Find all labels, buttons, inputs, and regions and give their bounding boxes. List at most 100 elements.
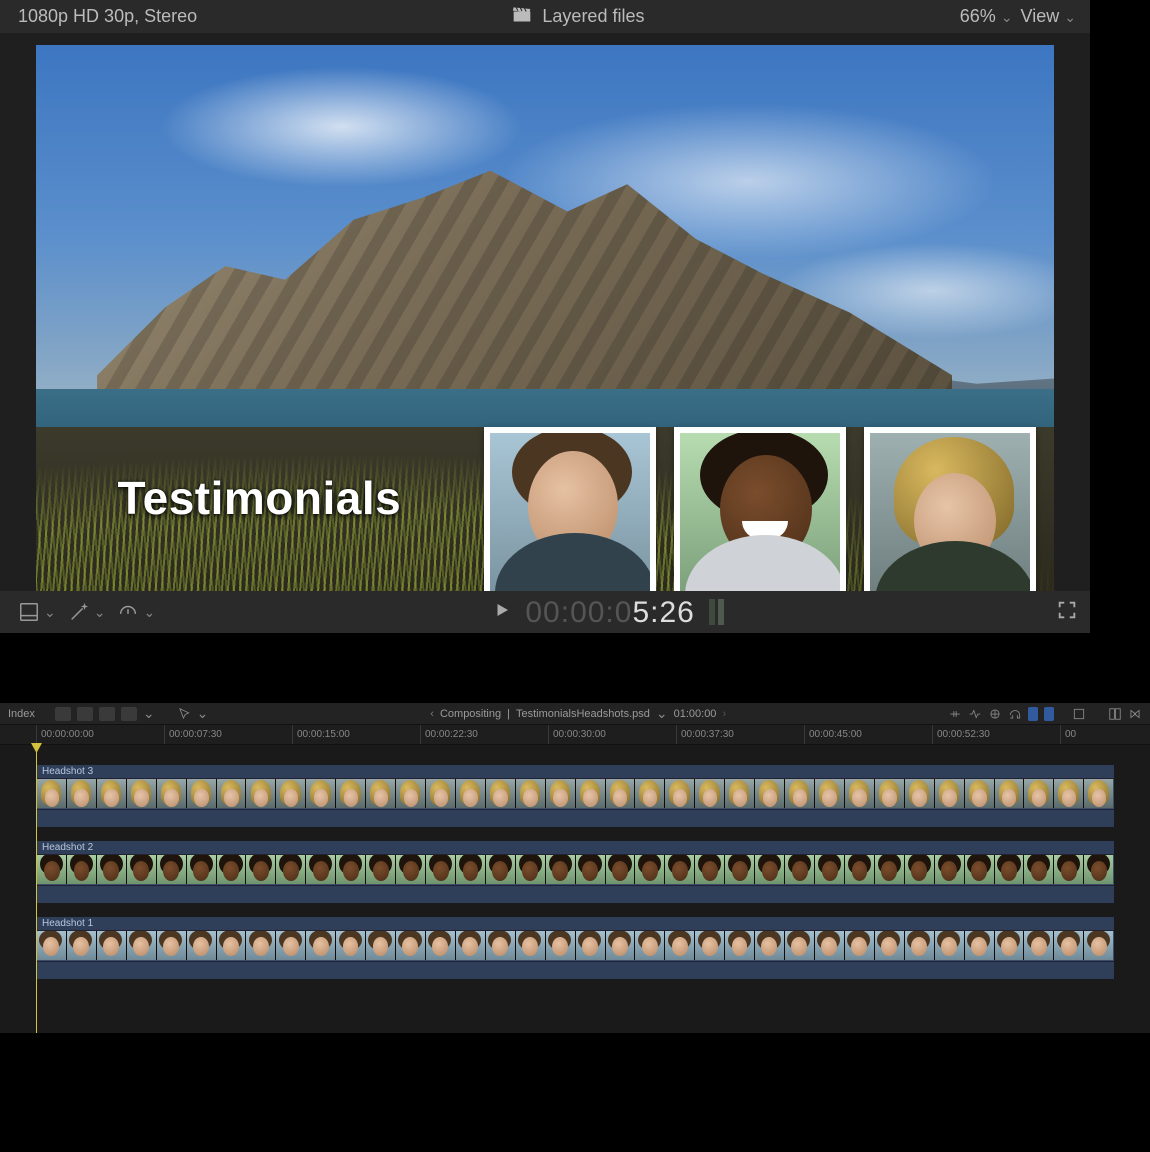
clip-thumb: [276, 779, 306, 808]
audio-meter: [709, 599, 724, 625]
track-label: Headshot 3: [36, 765, 1114, 779]
ruler-tick: 00:00:37:30: [676, 725, 734, 744]
clip-thumb: [426, 779, 456, 808]
viewer-canvas[interactable]: Testimonials: [0, 33, 1090, 591]
clip-thumb: [546, 779, 576, 808]
clip-thumb: [67, 855, 97, 884]
video-frame: Testimonials: [36, 45, 1054, 591]
clip-thumb: [815, 779, 845, 808]
clip-thumb: [546, 931, 576, 960]
clip-thumb: [306, 931, 336, 960]
clip-thumb: [576, 779, 606, 808]
track-headshot-3[interactable]: Headshot 3: [36, 765, 1114, 827]
clip-thumb: [396, 931, 426, 960]
clip-thumb: [1084, 855, 1113, 884]
clip-thumb: [845, 855, 875, 884]
clip-thumb: [755, 855, 785, 884]
clip-thumb: [336, 779, 366, 808]
retime-tool[interactable]: ⌄: [111, 597, 161, 627]
clip-thumb: [845, 779, 875, 808]
clip-thumb: [665, 855, 695, 884]
timeline-toolbar: Index ⌄ ⌄ ‹ Compositing | TestimonialsHe…: [0, 703, 1150, 725]
headphones-icon[interactable]: [1008, 707, 1022, 721]
solo-icon[interactable]: [988, 707, 1002, 721]
clip-thumb: [875, 855, 905, 884]
track-headshot-1[interactable]: Headshot 1: [36, 917, 1114, 979]
ruler-tick: 00:00:15:00: [292, 725, 350, 744]
history-fwd-icon[interactable]: ›: [722, 708, 726, 720]
clip-thumb: [815, 855, 845, 884]
clip-thumb: [217, 855, 247, 884]
title-overlay: Testimonials: [117, 471, 401, 525]
clip-thumb: [1024, 931, 1054, 960]
timecode-display[interactable]: 00:00:05:26: [525, 595, 694, 630]
chevron-down-icon: ⌄: [143, 604, 155, 621]
project-name: Layered files: [542, 6, 644, 27]
clip-strip[interactable]: [36, 779, 1114, 809]
ruler-tick: 00:00:45:00: [804, 725, 862, 744]
clip-thumb: [1054, 779, 1084, 808]
clip-thumb: [1054, 931, 1084, 960]
transform-tool[interactable]: ⌄: [12, 597, 62, 627]
track-label: Headshot 2: [36, 841, 1114, 855]
play-button[interactable]: [493, 601, 511, 624]
clip-thumb: [665, 779, 695, 808]
index-button[interactable]: Index: [8, 708, 35, 720]
clip-thumb: [635, 779, 665, 808]
enhance-tool[interactable]: ⌄: [62, 597, 112, 627]
clip-thumb: [785, 779, 815, 808]
zoom-value: 66%: [960, 6, 996, 26]
clip-appearance-3[interactable]: [99, 707, 115, 721]
clip-thumb: [336, 931, 366, 960]
clip-strip[interactable]: [36, 931, 1114, 961]
timeline-ruler[interactable]: 00:00:00:0000:00:07:3000:00:15:0000:00:2…: [0, 725, 1150, 745]
clip-thumb: [246, 931, 276, 960]
clip-thumb: [935, 779, 965, 808]
clip-thumb: [97, 931, 127, 960]
track-headshot-2[interactable]: Headshot 2: [36, 841, 1114, 903]
clip-appearance-2[interactable]: [77, 707, 93, 721]
view-dropdown[interactable]: View ⌄: [1021, 6, 1076, 27]
clip-thumb: [935, 855, 965, 884]
timeline-duration: 01:00:00: [674, 708, 717, 720]
select-tool-icon[interactable]: [177, 707, 191, 721]
clip-thumb: [426, 931, 456, 960]
clip-thumb: [187, 855, 217, 884]
chevron-down-icon: ⌄: [1001, 9, 1013, 25]
clip-strip[interactable]: [36, 855, 1114, 885]
view-label: View: [1021, 6, 1060, 26]
audio-skimming-icon[interactable]: [968, 707, 982, 721]
clip-thumb: [725, 779, 755, 808]
playhead[interactable]: [36, 745, 37, 1033]
ruler-tick: 00:00:52:30: [932, 725, 990, 744]
effects-browser-icon[interactable]: [1072, 707, 1086, 721]
clip-thumb: [396, 779, 426, 808]
clip-thumb: [366, 855, 396, 884]
timeline-breadcrumb[interactable]: ‹ Compositing | TestimonialsHeadshots.ps…: [430, 705, 726, 722]
history-back-icon[interactable]: ‹: [430, 708, 434, 720]
snapping-icon-2[interactable]: [1044, 707, 1054, 721]
skimming-icon[interactable]: [948, 707, 962, 721]
clip-thumb: [456, 779, 486, 808]
clip-appearance-1[interactable]: [55, 707, 71, 721]
clip-thumb: [486, 779, 516, 808]
fullscreen-button[interactable]: [1056, 599, 1078, 626]
layout-icon[interactable]: [1108, 707, 1122, 721]
clip-thumb: [875, 779, 905, 808]
clip-thumb: [785, 931, 815, 960]
timeline-panel: Index ⌄ ⌄ ‹ Compositing | TestimonialsHe…: [0, 703, 1150, 1033]
clip-thumb: [37, 931, 67, 960]
snapping-icon[interactable]: [1028, 707, 1038, 721]
zoom-dropdown[interactable]: 66% ⌄: [960, 6, 1013, 27]
clip-appearance-4[interactable]: [121, 707, 137, 721]
clip-thumb: [576, 855, 606, 884]
clip-thumb: [426, 855, 456, 884]
timeline-body[interactable]: Headshot 3 Headshot 2 Headshot 1: [0, 745, 1150, 1033]
transition-browser-icon[interactable]: [1128, 707, 1142, 721]
chevron-down-icon: ⌄: [197, 705, 209, 722]
clip-thumb: [276, 855, 306, 884]
clip-thumb: [905, 779, 935, 808]
clip-thumb: [965, 779, 995, 808]
clip-thumb: [935, 931, 965, 960]
chevron-down-icon: ⌄: [44, 604, 56, 621]
